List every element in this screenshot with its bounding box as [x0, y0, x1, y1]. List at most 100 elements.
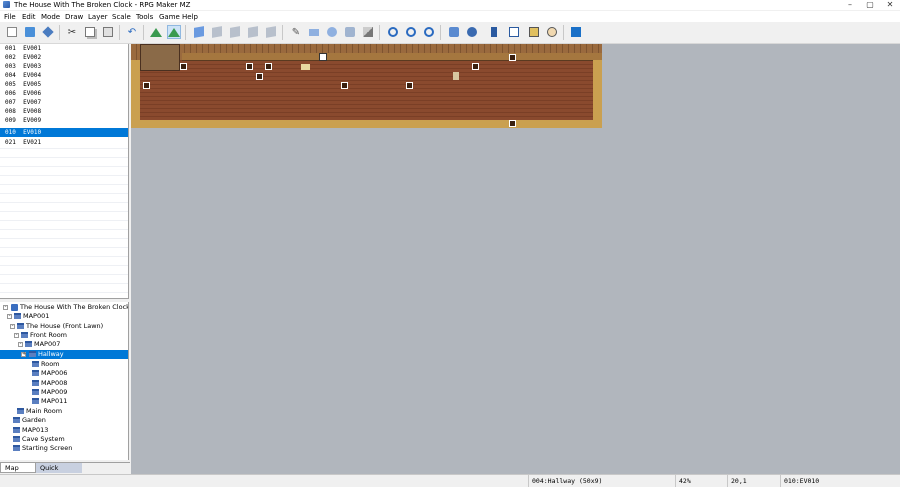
rectangle-button[interactable]: [307, 25, 321, 39]
event-list-item[interactable]: 007 EV007: [0, 98, 128, 107]
layer-3-button[interactable]: [228, 25, 242, 39]
tree-node-front-room[interactable]: - Front Room: [14, 331, 67, 340]
menu-mode[interactable]: Mode: [41, 13, 60, 21]
playtest-button[interactable]: [569, 25, 583, 39]
event-list-item[interactable]: 002 EV002: [0, 53, 128, 62]
tree-node-map008[interactable]: MAP008: [32, 379, 67, 388]
expand-icon[interactable]: +: [21, 352, 26, 357]
save-project-button[interactable]: [41, 25, 55, 39]
collapse-icon[interactable]: -: [10, 324, 15, 329]
map-icon: [13, 445, 20, 451]
layer-auto-button[interactable]: [264, 25, 278, 39]
map-event-marker[interactable]: [143, 82, 150, 89]
event-list-item[interactable]: 006 EV006: [0, 89, 128, 98]
map-event-marker[interactable]: [180, 63, 187, 70]
zoom-actual-button[interactable]: [422, 25, 436, 39]
paste-button[interactable]: [101, 25, 115, 39]
collapse-icon[interactable]: -: [3, 305, 8, 310]
undo-button[interactable]: ↶: [125, 25, 139, 39]
fill-button[interactable]: [343, 25, 357, 39]
sound-test-button[interactable]: [487, 25, 501, 39]
map-view[interactable]: [131, 44, 900, 474]
map-event-marker[interactable]: [509, 120, 516, 127]
layer-2-button[interactable]: [210, 25, 224, 39]
map-bookshelf: [140, 44, 180, 71]
collapse-icon[interactable]: -: [18, 342, 23, 347]
menu-file[interactable]: File: [4, 13, 16, 21]
map-event-marker[interactable]: [341, 82, 348, 89]
close-button[interactable]: ✕: [880, 0, 900, 10]
event-list-item[interactable]: 009 EV009: [0, 116, 128, 125]
maximize-button[interactable]: ▢: [860, 0, 880, 10]
tab-map-tree[interactable]: Map Tree: [0, 463, 36, 482]
event-list-item[interactable]: 001 EV001: [0, 44, 128, 53]
event-list-item[interactable]: 008 EV008: [0, 107, 128, 116]
map-event-marker[interactable]: [265, 63, 272, 70]
map-event-marker[interactable]: [246, 63, 253, 70]
event-list[interactable]: 001 EV001 002 EV002 003 EV003 004 EV004 …: [0, 44, 129, 299]
ellipse-button[interactable]: [325, 25, 339, 39]
event-list-empty-row: [0, 220, 128, 221]
tree-node-main-room[interactable]: Main Room: [17, 407, 62, 416]
collapse-icon[interactable]: -: [7, 314, 12, 319]
layer-4-button[interactable]: [246, 25, 260, 39]
map-event-marker[interactable]: [509, 54, 516, 61]
character-generator-button[interactable]: [545, 25, 559, 39]
event-list-item-selected[interactable]: 010 EV010: [0, 128, 128, 137]
tree-node-map009[interactable]: MAP009: [32, 388, 67, 397]
event-list-item[interactable]: 003 EV003: [0, 62, 128, 71]
search-events-icon: [509, 27, 519, 37]
pencil-button[interactable]: ✎: [289, 25, 303, 39]
resource-manager-button[interactable]: [527, 25, 541, 39]
event-mode-button[interactable]: [167, 25, 181, 39]
paste-icon: [103, 27, 113, 37]
open-project-button[interactable]: [23, 25, 37, 39]
tab-quick-access[interactable]: Quick Access: [36, 463, 82, 482]
database-button[interactable]: [447, 25, 461, 39]
menu-scale[interactable]: Scale: [112, 13, 131, 21]
tree-node-garden[interactable]: Garden: [13, 416, 46, 425]
map-canvas[interactable]: [131, 44, 602, 128]
map-tree[interactable]: - The House With The Broken Clock - MAP001…: [0, 302, 129, 460]
event-list-item[interactable]: 021 EV021: [0, 138, 128, 147]
tree-node-starting-screen[interactable]: Starting Screen: [13, 444, 72, 453]
layer-1-button[interactable]: [192, 25, 206, 39]
tree-node-map006[interactable]: MAP006: [32, 369, 67, 378]
map-object-table: [301, 64, 310, 70]
tree-node-cave-system[interactable]: Cave System: [13, 435, 65, 444]
copy-button[interactable]: [83, 25, 97, 39]
zoom-out-button[interactable]: [404, 25, 418, 39]
tree-node-map013[interactable]: MAP013: [13, 426, 48, 435]
tree-node-hallway-selected[interactable]: + Hallway: [0, 350, 128, 359]
menu-game[interactable]: Game: [159, 13, 180, 21]
tree-node-room[interactable]: Room: [32, 360, 60, 369]
menu-layer[interactable]: Layer: [88, 13, 108, 21]
zoom-in-icon: [388, 27, 398, 37]
map-event-marker[interactable]: [472, 63, 479, 70]
tree-node-map011[interactable]: MAP011: [32, 397, 67, 406]
menu-tools[interactable]: Tools: [136, 13, 153, 21]
tree-node-map001[interactable]: - MAP001: [7, 312, 49, 321]
event-list-empty-row: [0, 166, 128, 167]
cube-icon: [248, 26, 258, 38]
map-event-marker[interactable]: [256, 73, 263, 80]
event-list-empty-row: [0, 175, 128, 176]
menu-help[interactable]: Help: [182, 13, 198, 21]
menu-edit[interactable]: Edit: [22, 13, 36, 21]
map-mode-button[interactable]: [149, 25, 163, 39]
event-searcher-button[interactable]: [507, 25, 521, 39]
zoom-in-button[interactable]: [386, 25, 400, 39]
map-event-marker[interactable]: [406, 82, 413, 89]
event-list-item[interactable]: 005 EV005: [0, 80, 128, 89]
new-project-button[interactable]: [5, 25, 19, 39]
tree-node-front-lawn[interactable]: - The House (Front Lawn): [10, 322, 103, 331]
tree-node-map007[interactable]: - MAP007: [18, 340, 60, 349]
minimize-button[interactable]: –: [840, 0, 860, 10]
plugin-manager-button[interactable]: [465, 25, 479, 39]
collapse-icon[interactable]: -: [14, 333, 19, 338]
event-list-item[interactable]: 004 EV004: [0, 71, 128, 80]
menu-draw[interactable]: Draw: [65, 13, 83, 21]
tree-node-project[interactable]: - The House With The Broken Clock: [2, 303, 128, 312]
cut-button[interactable]: ✂: [65, 25, 79, 39]
shadow-pen-button[interactable]: [361, 25, 375, 39]
